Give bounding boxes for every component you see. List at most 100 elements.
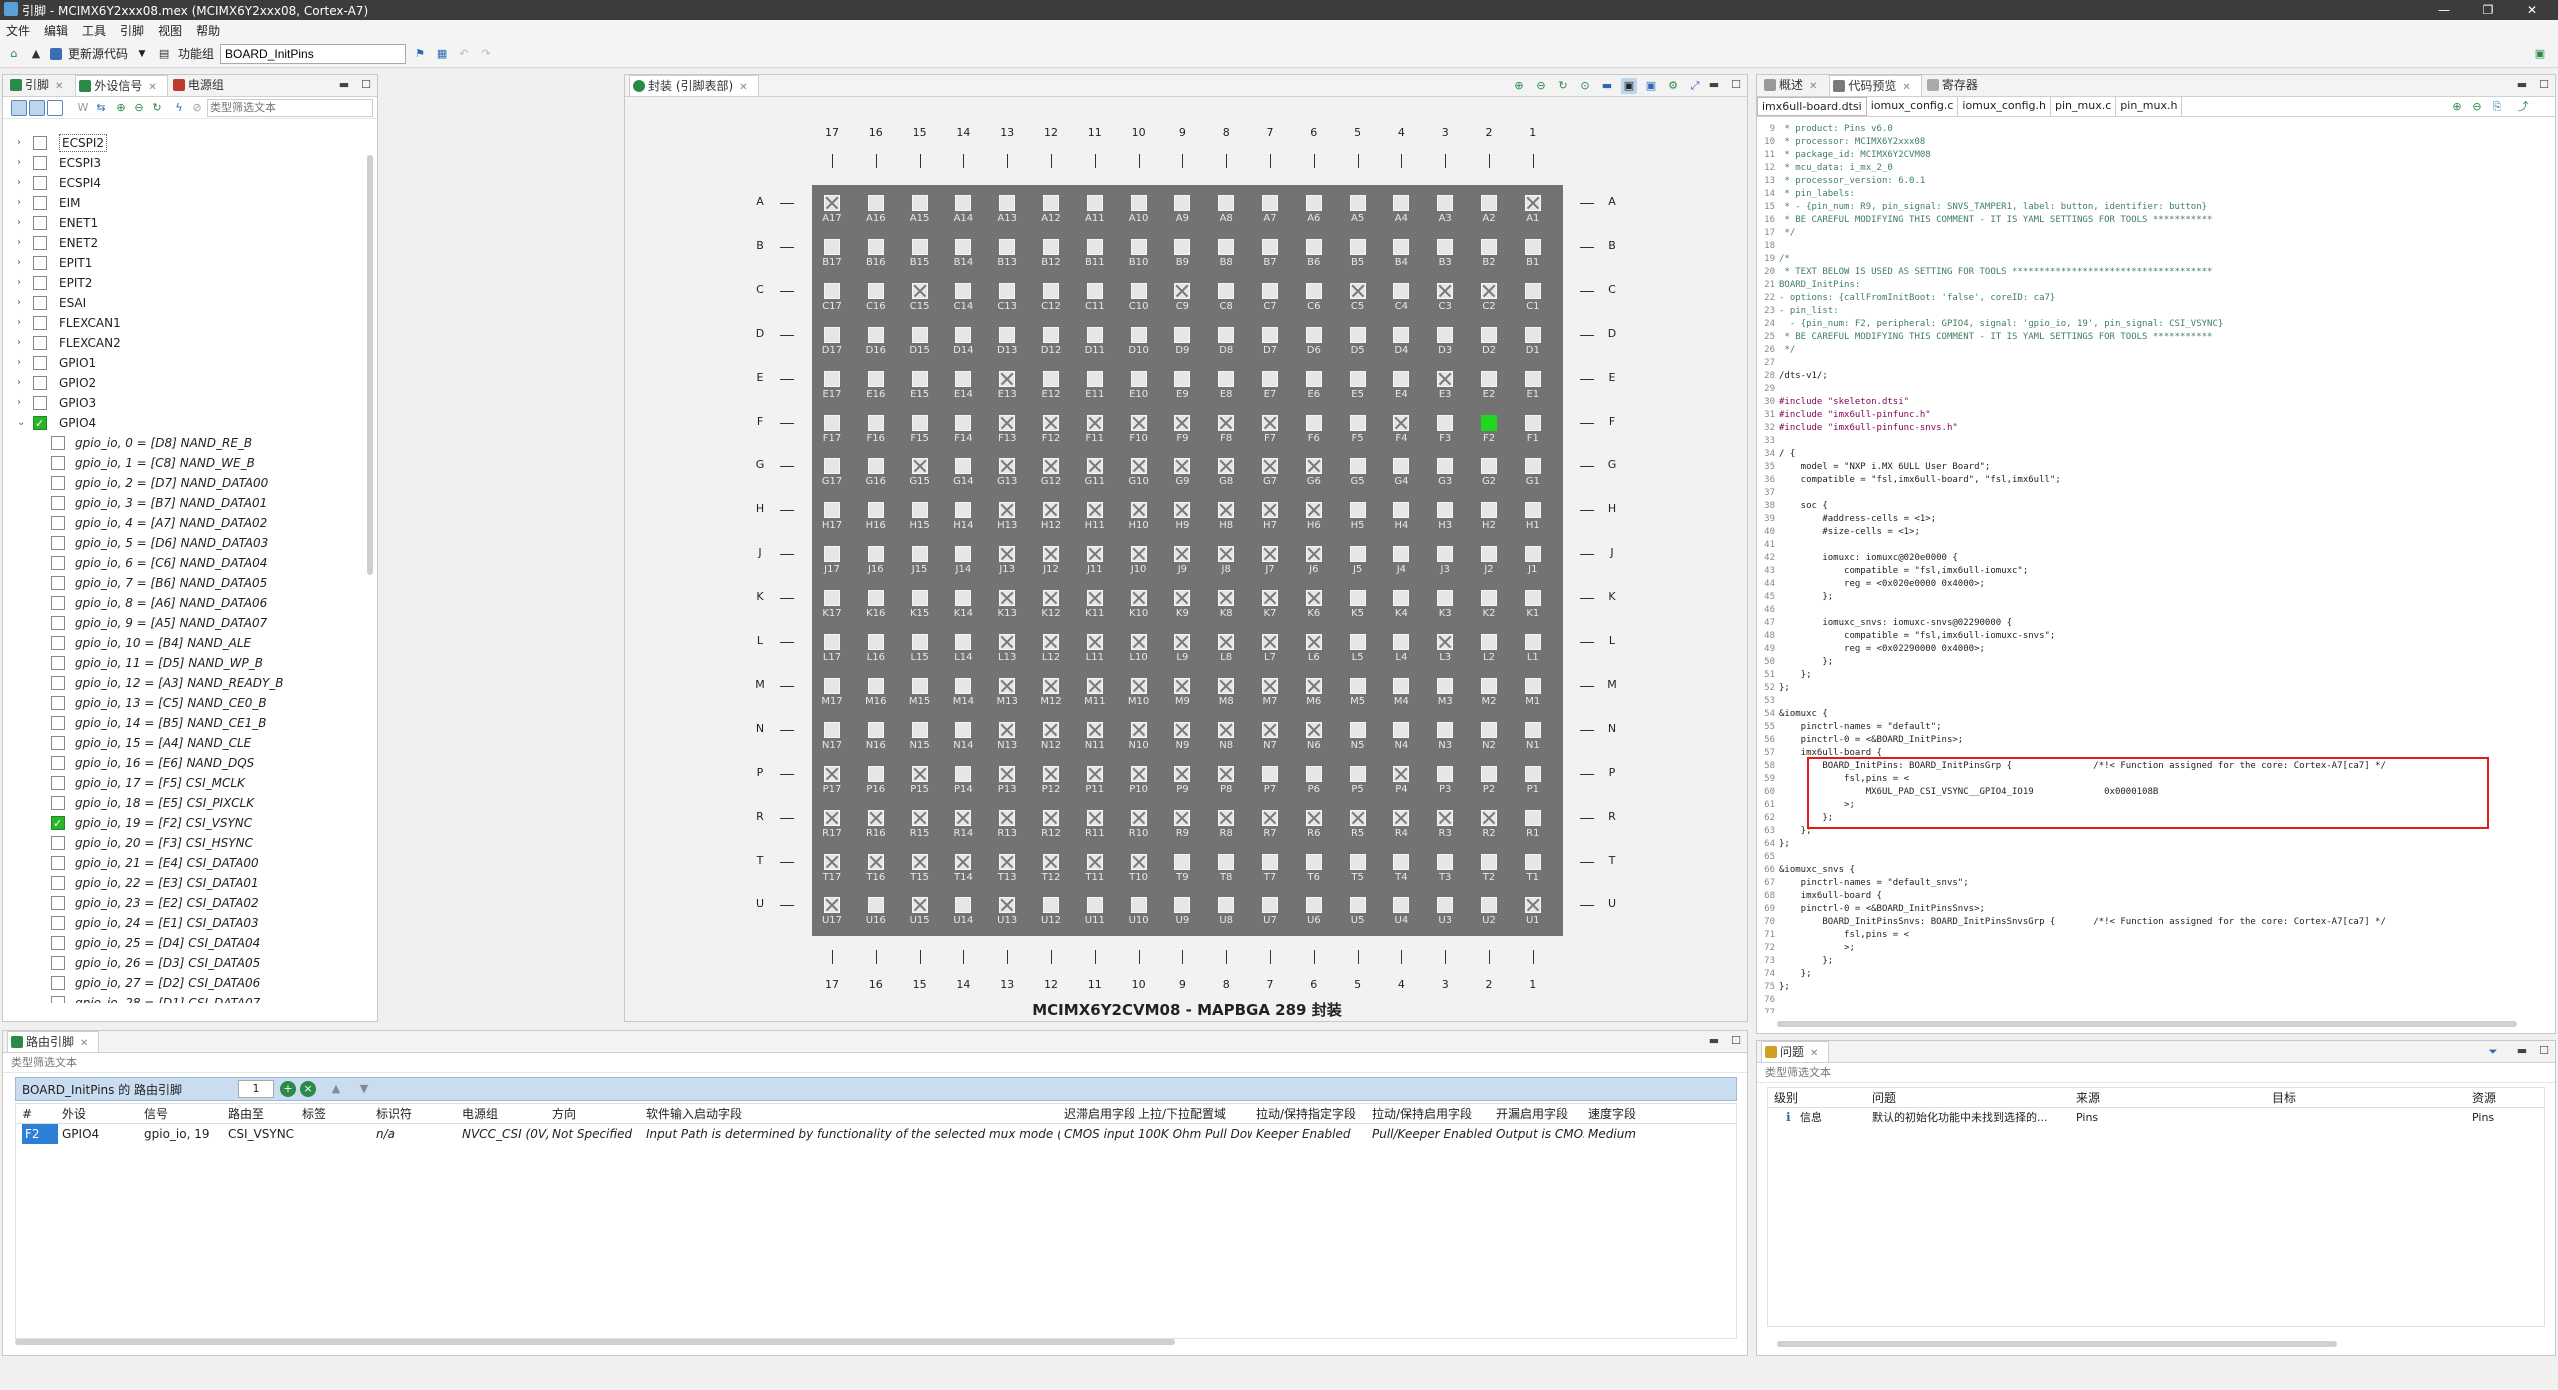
view-bottom-icon[interactable]: ▣	[1643, 78, 1659, 94]
pin-D6[interactable]	[1305, 326, 1322, 343]
pin-A2[interactable]	[1481, 195, 1497, 211]
chevron-right-icon[interactable]: ›	[17, 353, 21, 373]
pin-R6[interactable]	[1305, 809, 1322, 826]
checkbox[interactable]	[51, 456, 65, 470]
pin-M9[interactable]	[1174, 677, 1191, 694]
table-cell[interactable]: Input Path is determined by functionalit…	[646, 1124, 1060, 1144]
pin-K15[interactable]	[911, 590, 928, 607]
table-row[interactable]: F2 GPIO4 gpio_io, 19 CSI_VSYNC n/a NVCC_CSI (…	[16, 1124, 1736, 1144]
pin-M17[interactable]	[824, 677, 840, 694]
pin-M4[interactable]	[1393, 677, 1410, 694]
export-code-icon[interactable]: ⤴	[2515, 99, 2531, 115]
pin-R17[interactable]	[824, 809, 840, 826]
file-tab-pin-mux-c[interactable]: pin_mux.c	[2051, 97, 2117, 116]
pin-J17[interactable]	[824, 546, 840, 563]
pin-J7[interactable]	[1262, 546, 1278, 563]
pin-F8[interactable]	[1218, 414, 1235, 431]
pin-L6[interactable]	[1305, 634, 1322, 650]
code-scrollbar[interactable]	[1777, 1021, 2517, 1027]
pin-F12[interactable]	[1043, 414, 1059, 431]
pin-C9[interactable]	[1174, 282, 1191, 299]
pin-H12[interactable]	[1043, 502, 1059, 519]
pin-F5[interactable]	[1349, 414, 1366, 431]
pin-B5[interactable]	[1349, 238, 1366, 255]
table-icon[interactable]: ▦	[434, 46, 450, 62]
column-header[interactable]: 问题	[1872, 1088, 2052, 1108]
pin-U1[interactable]	[1524, 897, 1541, 914]
pin-H17[interactable]	[824, 502, 840, 519]
column-header[interactable]: #	[22, 1104, 58, 1124]
pin-F1[interactable]	[1524, 414, 1541, 431]
column-header[interactable]: 速度字段	[1588, 1104, 1734, 1124]
pin-T6[interactable]	[1305, 853, 1322, 870]
pin-B12[interactable]	[1043, 238, 1059, 255]
pin-D2[interactable]	[1481, 326, 1497, 343]
pin-K14[interactable]	[955, 590, 972, 607]
pin-M6[interactable]	[1305, 677, 1322, 694]
tree-peripheral-row[interactable]: › FLEXCAN1	[3, 313, 363, 333]
pin-C3[interactable]	[1437, 282, 1454, 299]
checkbox[interactable]	[51, 476, 65, 490]
pin-P8[interactable]	[1218, 765, 1235, 782]
tree-peripheral-row[interactable]: › ECSPI4	[3, 173, 363, 193]
close-icon[interactable]: ✕	[1809, 81, 1817, 92]
filter-w-icon[interactable]: W	[75, 100, 91, 116]
pin-B9[interactable]	[1174, 238, 1191, 255]
pin-E16[interactable]	[867, 370, 884, 387]
pin-E10[interactable]	[1130, 370, 1147, 387]
checkbox[interactable]	[51, 516, 65, 530]
file-tab-pin-mux-h[interactable]: pin_mux.h	[2116, 97, 2183, 116]
pin-T11[interactable]	[1086, 853, 1103, 870]
filter-signal-icon[interactable]: ⇆	[93, 100, 109, 116]
pin-D3[interactable]	[1437, 326, 1454, 343]
chevron-right-icon[interactable]: ›	[17, 333, 21, 353]
tab-problems[interactable]: 问题 ✕	[1761, 1041, 1830, 1062]
pin-U11[interactable]	[1086, 897, 1103, 914]
pin-G15[interactable]	[911, 458, 928, 475]
folder-icon[interactable]: ▬	[1599, 78, 1615, 94]
problems-filter[interactable]: 类型筛选文本	[1757, 1063, 2555, 1083]
pin-E5[interactable]	[1349, 370, 1366, 387]
routing-scrollbar[interactable]	[15, 1339, 1175, 1345]
code-editor[interactable]: 9 * product: Pins v6.0 10 * processor: MC…	[1759, 123, 2549, 1013]
pin-K3[interactable]	[1437, 590, 1454, 607]
pin-B11[interactable]	[1086, 238, 1103, 255]
pin-A16[interactable]	[867, 195, 884, 211]
pin-U9[interactable]	[1174, 897, 1191, 914]
close-icon[interactable]: ✕	[148, 82, 156, 93]
tree-signal-row[interactable]: gpio_io, 16 = [E6] NAND_DQS	[3, 753, 363, 773]
pin-N2[interactable]	[1481, 721, 1497, 738]
filter-icon[interactable]: ⏷	[2485, 1044, 2501, 1060]
pin-P17[interactable]	[824, 765, 840, 782]
checkbox[interactable]	[33, 136, 47, 150]
close-icon[interactable]: ✕	[1902, 82, 1910, 93]
tree-signal-row[interactable]: gpio_io, 7 = [B6] NAND_DATA05	[3, 573, 363, 593]
tree-signal-row[interactable]: gpio_io, 28 = [D1] CSI_DATA07	[3, 993, 363, 1003]
pin-D17[interactable]	[824, 326, 840, 343]
settings-icon[interactable]: ⚙	[1665, 78, 1681, 94]
pin-E15[interactable]	[911, 370, 928, 387]
pin-H8[interactable]	[1218, 502, 1235, 519]
chevron-right-icon[interactable]: ›	[17, 213, 21, 233]
column-header[interactable]: 上拉/下拉配置域	[1138, 1104, 1252, 1124]
tree-peripheral-row[interactable]: ⌄ GPIO4	[3, 413, 363, 434]
maximize-panel-icon[interactable]: ☐	[1731, 78, 1741, 91]
pin-T10[interactable]	[1130, 853, 1147, 870]
pin-G5[interactable]	[1349, 458, 1366, 475]
table-cell[interactable]: 100K Ohm Pull Down	[1138, 1124, 1252, 1144]
tree-peripheral-row[interactable]: › ECSPI2	[3, 133, 363, 153]
menu-edit[interactable]: 编辑	[44, 22, 68, 39]
chevron-down-icon[interactable]: ▼	[134, 46, 150, 62]
pin-N4[interactable]	[1393, 721, 1410, 738]
checkbox[interactable]	[51, 636, 65, 650]
tree-signal-row[interactable]: gpio_io, 12 = [A3] NAND_READY_B	[3, 673, 363, 693]
pin-R11[interactable]	[1086, 809, 1103, 826]
tree-peripheral-row[interactable]: › GPIO2	[3, 373, 363, 393]
pin-E12[interactable]	[1043, 370, 1059, 387]
pin-L7[interactable]	[1262, 634, 1278, 650]
chevron-right-icon[interactable]: ›	[17, 273, 21, 293]
checkbox[interactable]	[51, 876, 65, 890]
pin-B6[interactable]	[1305, 238, 1322, 255]
pin-F3[interactable]	[1437, 414, 1454, 431]
chevron-right-icon[interactable]: ›	[17, 233, 21, 253]
